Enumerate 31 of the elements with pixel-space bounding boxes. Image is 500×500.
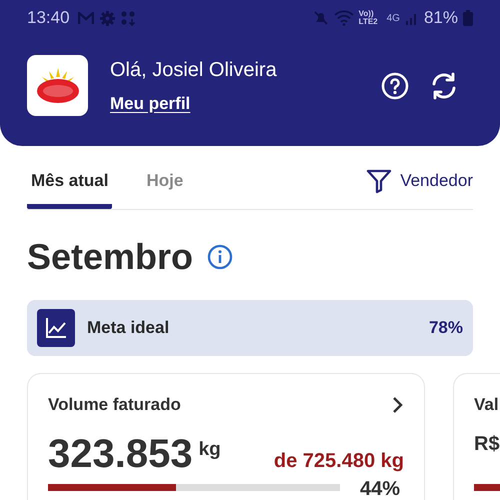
card-title: Val <box>474 394 499 416</box>
mute-icon <box>312 10 329 26</box>
profile-link[interactable]: Meu perfil <box>110 91 190 116</box>
battery-level: 81% <box>424 7 458 30</box>
tab[interactable]: Mês atual <box>27 158 112 209</box>
card-value: 323.853 <box>48 434 193 474</box>
battery-icon <box>463 10 473 26</box>
percent-label: 44% <box>360 478 400 500</box>
chevron-right-icon[interactable] <box>392 396 404 414</box>
meta-label: Meta ideal <box>87 317 170 340</box>
wifi-icon <box>334 10 354 26</box>
target-label: de 725.480 kg <box>274 448 404 474</box>
month-title: Setembro <box>27 235 194 279</box>
filter-button[interactable]: Vendedor <box>366 158 473 209</box>
network-type: 4G <box>386 12 400 26</box>
card-value: R$ <box>474 434 500 454</box>
info-icon[interactable] <box>207 244 234 270</box>
logo-icon <box>27 55 88 116</box>
chart-icon <box>37 309 75 347</box>
signal-icon <box>404 11 419 25</box>
apps-icon <box>120 10 136 26</box>
mail-icon <box>78 12 94 24</box>
meta-value: 78% <box>428 317 463 340</box>
filter-icon <box>366 168 392 194</box>
greeting: Olá, Josiel Oliveira <box>110 58 277 83</box>
unit-label: kg <box>198 438 221 462</box>
help-icon[interactable] <box>381 72 409 100</box>
card-title: Volume faturado <box>48 394 181 416</box>
settings-icon <box>100 10 115 26</box>
network-label: Vo)) LTE2 <box>358 10 378 26</box>
status-time: 13:40 <box>27 7 70 30</box>
